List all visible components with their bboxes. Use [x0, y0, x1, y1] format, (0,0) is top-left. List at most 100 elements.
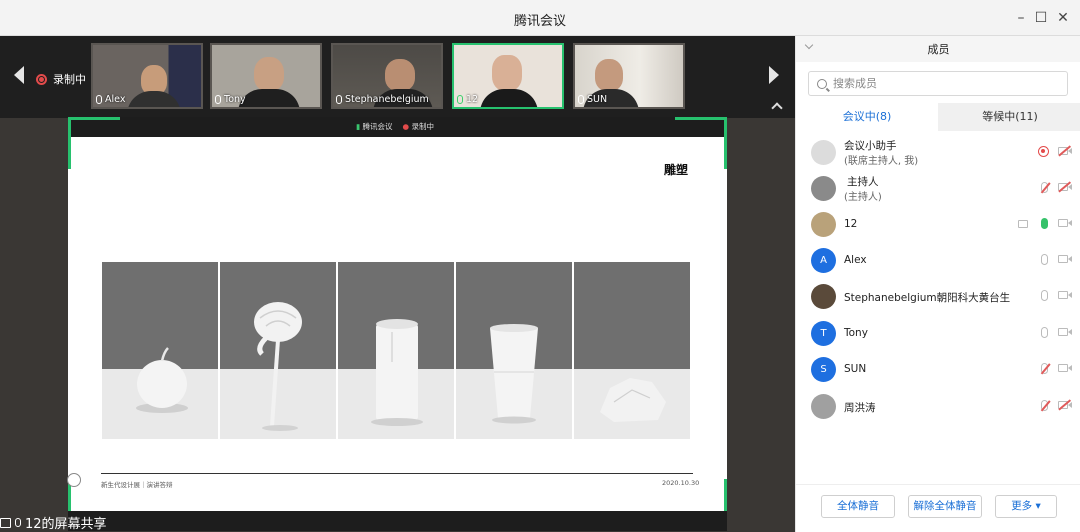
minimize-icon[interactable]: – — [1011, 8, 1031, 28]
title-bar: 腾讯会议 – ☐ ✕ — [0, 0, 1080, 36]
members-panel-footer: 全体静音 解除全体静音 更多 ▾ — [796, 484, 1080, 532]
mic-muted-icon[interactable] — [1041, 400, 1048, 411]
thumbnail-name: SUN — [587, 94, 608, 105]
video-thumbnail-12[interactable]: 12 — [452, 43, 564, 109]
cylinder-sculpture-image — [338, 262, 454, 439]
screen-share-status: 12的屏幕共享 — [0, 513, 107, 532]
member-role: (联席主持人, 我) — [844, 156, 919, 167]
mute-all-button[interactable]: 全体静音 — [821, 495, 895, 518]
camera-icon[interactable] — [1058, 291, 1072, 299]
maximize-icon[interactable]: ☐ — [1031, 8, 1051, 28]
mic-icon — [15, 518, 21, 527]
apple-sculpture-image — [102, 262, 218, 439]
member-row[interactable]: 周洪涛 — [796, 390, 1080, 424]
video-thumbnail-bar: 录制中 Alex Tony Stephanebelgium 12 SUN — [0, 36, 795, 118]
mic-icon — [215, 95, 221, 104]
member-row[interactable]: 12 — [796, 208, 1080, 242]
search-icon — [817, 78, 827, 89]
prev-arrow-icon[interactable] — [14, 66, 24, 84]
avatar — [811, 284, 836, 309]
tab-in-meeting[interactable]: 会议中(8) — [796, 103, 938, 131]
mic-icon[interactable] — [1041, 254, 1048, 265]
member-role: (主持人) — [844, 192, 882, 203]
thumbnail-name: 12 — [466, 94, 479, 105]
mic-icon — [578, 95, 584, 104]
meeting-stage: 录制中 Alex Tony Stephanebelgium 12 SUN ▮ 腾… — [0, 36, 795, 532]
collapse-thumbnails-icon[interactable] — [771, 102, 783, 114]
camera-icon[interactable] — [1058, 255, 1072, 263]
cup-sculpture-image — [456, 262, 572, 439]
member-search[interactable] — [808, 71, 1068, 96]
thumbnail-name: Tony — [224, 94, 246, 105]
camera-icon[interactable] — [1058, 328, 1072, 336]
mic-icon[interactable] — [1041, 290, 1048, 301]
video-thumbnail-stephanebelgium[interactable]: Stephanebelgium — [331, 43, 443, 109]
mic-muted-icon[interactable] — [1041, 363, 1048, 374]
camera-icon[interactable] — [1058, 364, 1072, 372]
member-row[interactable]: A Alex — [796, 244, 1080, 278]
close-icon[interactable]: ✕ — [1053, 8, 1073, 28]
more-button[interactable]: 更多 ▾ — [995, 495, 1057, 518]
member-name: 周洪涛 — [844, 402, 876, 414]
next-arrow-icon[interactable] — [769, 66, 779, 84]
recording-indicator: 录制中 — [36, 71, 86, 87]
record-icon — [1038, 146, 1049, 157]
camera-off-icon[interactable] — [1058, 401, 1072, 409]
video-thumbnail-alex[interactable]: Alex — [91, 43, 203, 109]
avatar — [811, 140, 836, 165]
shared-screen: ▮ 腾讯会议 ● 录制中 雕塑 新生代设计展｜演讲答辩 2020.10.30 — [67, 117, 727, 531]
record-icon — [36, 73, 47, 85]
avatar: S — [811, 357, 836, 382]
mic-icon[interactable] — [1041, 327, 1048, 338]
recording-label: 录制中 — [53, 73, 86, 86]
member-name: SUN — [844, 363, 867, 375]
strip-app-label: 腾讯会议 — [362, 122, 393, 131]
mic-icon — [96, 95, 102, 104]
video-thumbnail-tony[interactable]: Tony — [210, 43, 322, 109]
avatar — [811, 212, 836, 237]
tab-waiting-room[interactable]: 等候中(11) — [939, 103, 1080, 131]
member-row[interactable]: S SUN — [796, 353, 1080, 387]
avatar — [811, 176, 836, 201]
member-name: Alex — [844, 254, 867, 266]
avatar: T — [811, 321, 836, 346]
slide-footer-date: 2020.10.30 — [662, 479, 700, 487]
member-name: 会议小助手 — [844, 140, 897, 152]
avatar — [811, 394, 836, 419]
member-name: 12 — [844, 218, 858, 230]
member-row[interactable]: 主持人 (主持人) — [796, 172, 1080, 206]
slide-footer-left: 新生代设计展｜演讲答辩 — [101, 481, 173, 489]
screen-share-icon — [0, 517, 11, 528]
slide-menu-icon[interactable] — [67, 473, 81, 487]
member-row[interactable]: 会议小助手 (联席主持人, 我) — [796, 136, 1080, 170]
camera-icon[interactable] — [1058, 219, 1072, 227]
unmute-all-button[interactable]: 解除全体静音 — [908, 495, 982, 518]
member-name: 主持人 — [847, 176, 879, 188]
member-row[interactable]: Stephanebelgium朝阳科大黄台生 — [796, 280, 1080, 314]
avatar: A — [811, 248, 836, 273]
video-thumbnail-sun[interactable]: SUN — [573, 43, 685, 109]
member-row[interactable]: T Tony — [796, 317, 1080, 351]
strip-rec-label: 录制中 — [411, 122, 434, 131]
window-title: 腾讯会议 — [513, 14, 566, 29]
mic-active-icon[interactable] — [1041, 218, 1048, 229]
slide-title: 雕塑 — [664, 163, 689, 177]
mic-muted-icon[interactable] — [1041, 182, 1048, 193]
screen-share-icon — [1018, 220, 1028, 228]
member-name: Tony — [844, 327, 868, 339]
rock-sculpture-image — [574, 262, 690, 439]
rose-sculpture-image — [220, 262, 336, 439]
member-search-input[interactable] — [833, 77, 1053, 90]
thumbnail-name: Stephanebelgium — [345, 94, 429, 105]
mic-icon — [336, 95, 342, 104]
member-tabs: 会议中(8) 等候中(11) — [796, 103, 1080, 131]
camera-off-icon[interactable] — [1058, 147, 1072, 155]
camera-off-icon[interactable] — [1058, 183, 1072, 191]
mic-active-icon — [457, 95, 463, 104]
members-panel-header: 成员 — [796, 36, 1080, 62]
member-name: Stephanebelgium朝阳科大黄台生 — [844, 292, 1011, 304]
share-top-strip: ▮ 腾讯会议 ● 录制中 — [68, 117, 727, 137]
members-panel-title: 成员 — [927, 43, 950, 56]
members-panel: 成员 会议中(8) 等候中(11) 会议小助手 (联席主持人, 我) 主持人 (… — [795, 36, 1080, 532]
thumbnail-name: Alex — [105, 94, 126, 105]
